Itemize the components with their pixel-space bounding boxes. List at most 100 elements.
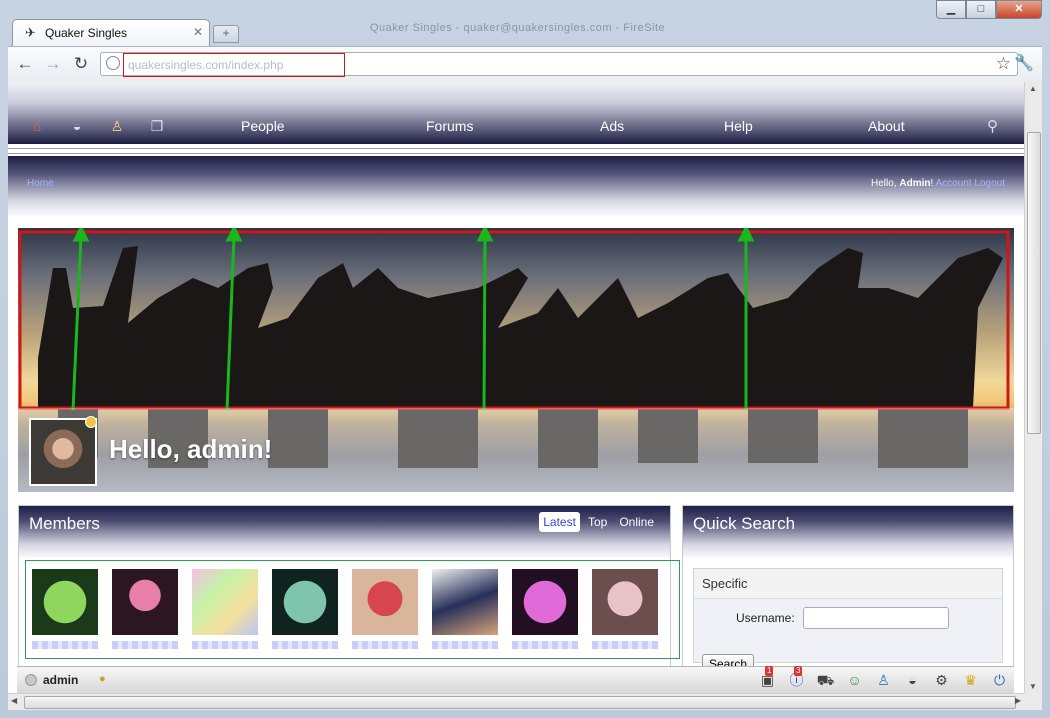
globe-icon — [106, 56, 120, 70]
dashboard-icon[interactable]: ◒ — [68, 118, 86, 134]
user-greeting: Hello, Admin! Account Logout — [871, 178, 1005, 189]
members-tabs: Latest Top Online — [539, 512, 658, 532]
bottom-icons: ▣ 1 ⓘ 3 ⛟ ☺ ♙ ◒ ⚙ ♛ ⏻ — [757, 666, 1010, 691]
forward-icon[interactable]: → — [42, 53, 64, 75]
specific-section: Specific — [694, 569, 1002, 599]
logout-link[interactable]: Logout — [974, 178, 1005, 189]
tab-latest[interactable]: Latest — [539, 512, 580, 532]
members-title: Members — [29, 514, 100, 533]
quaker-favicon-icon: ✈ — [25, 25, 36, 40]
dashboard-icon[interactable]: ◒ — [902, 670, 923, 691]
scroll-up-icon[interactable]: ▲ — [1029, 84, 1037, 93]
cart-icon[interactable]: ⛟ — [815, 670, 836, 691]
horizontal-scrollbar[interactable]: ◀ ▶ — [8, 693, 1024, 710]
tab-close-icon[interactable]: ✕ — [193, 25, 203, 39]
member-name[interactable] — [32, 641, 98, 649]
nav-icons: ⌂ ◒ ♙ ❐ — [28, 118, 166, 134]
quick-search-header: Quick Search — [683, 506, 1013, 558]
member-name[interactable] — [592, 641, 658, 649]
hero-banner: Hello, admin! — [18, 228, 1014, 492]
member-avatar[interactable] — [192, 569, 258, 635]
member-avatar[interactable] — [592, 569, 658, 635]
member-avatar[interactable] — [112, 569, 178, 635]
browser-tab[interactable]: ✈ Quaker Singles ✕ — [12, 19, 210, 46]
nav-forums[interactable]: Forums — [426, 118, 473, 134]
specific-label: Specific — [702, 576, 748, 591]
settings-icon[interactable]: ⚙ — [931, 670, 952, 691]
avatar[interactable] — [29, 418, 97, 486]
wrench-icon[interactable]: 🔧 — [1014, 53, 1034, 73]
star-icon[interactable]: ☆ — [996, 54, 1011, 74]
member-avatar[interactable] — [32, 569, 98, 635]
quick-search-panel: Quick Search Specific Username: Search — [682, 505, 1014, 693]
scroll-right-icon[interactable]: ▶ — [1015, 696, 1021, 705]
window-title: Quaker Singles - quaker@quakersingles.co… — [370, 22, 666, 34]
divider — [8, 153, 1024, 154]
profile-icon[interactable]: ♙ — [873, 670, 894, 691]
scroll-left-icon[interactable]: ◀ — [11, 696, 17, 705]
info-count: 3 — [794, 666, 803, 676]
chat-icon[interactable]: ● — [99, 673, 106, 685]
member-avatar[interactable] — [352, 569, 418, 635]
scroll-corner — [1024, 693, 1042, 710]
maximize-button[interactable]: □ — [966, 0, 996, 19]
members-grid — [25, 560, 680, 659]
member-name[interactable] — [512, 641, 578, 649]
profile-icon[interactable]: ♙ — [108, 118, 126, 134]
minimize-button[interactable]: ▁ — [936, 0, 966, 19]
member-name[interactable] — [112, 641, 178, 649]
main-nav: ⌂ ◒ ♙ ❐ People Forums Ads Help About ⚲ — [8, 82, 1024, 144]
member-avatar[interactable] — [512, 569, 578, 635]
bottom-username[interactable]: admin — [43, 673, 78, 687]
member-name[interactable] — [352, 641, 418, 649]
username-input[interactable] — [803, 607, 949, 629]
info-icon[interactable]: ⓘ 3 — [786, 666, 807, 691]
online-badge-icon — [85, 416, 97, 428]
new-tab-button[interactable]: + — [213, 25, 239, 43]
browser-toolbar: ← → ↻ quakersingles.com/index.php ☆ 🔧 — [8, 46, 1042, 83]
friends-icon[interactable]: ☺ — [844, 670, 865, 691]
hello-text: Hello, — [871, 178, 897, 189]
username: Admin — [899, 178, 931, 189]
window-controls: ▁ □ ✕ — [936, 0, 1042, 20]
hero-greeting: Hello, admin! — [109, 434, 273, 464]
address-url[interactable]: quakersingles.com/index.php — [123, 53, 345, 77]
status-icon[interactable] — [25, 674, 37, 686]
member-name[interactable] — [272, 641, 338, 649]
tab-title: Quaker Singles — [45, 26, 128, 40]
tab-top[interactable]: Top — [584, 512, 611, 532]
address-bar[interactable]: quakersingles.com/index.php ☆ — [100, 52, 1018, 77]
reload-icon[interactable]: ↻ — [70, 53, 92, 75]
messages-icon[interactable]: ❐ — [148, 118, 166, 134]
nav-people[interactable]: People — [241, 118, 285, 134]
scroll-down-icon[interactable]: ▼ — [1029, 682, 1037, 691]
quick-search-form: Specific Username: Search — [693, 568, 1003, 674]
site-bottom-bar: admin ● ▣ 1 ⓘ 3 ⛟ ☺ ♙ ◒ ⚙ ♛ ⏻ — [17, 666, 1014, 694]
members-panel-header: Members Latest Top Online — [19, 506, 670, 558]
search-icon[interactable]: ⚲ — [987, 117, 998, 135]
nav-about[interactable]: About — [868, 118, 905, 134]
back-icon[interactable]: ← — [14, 53, 36, 75]
username-label: Username: — [736, 611, 795, 625]
close-window-button[interactable]: ✕ — [996, 0, 1042, 19]
member-name[interactable] — [192, 641, 258, 649]
breadcrumb-home[interactable]: Home — [27, 178, 54, 189]
quick-search-title: Quick Search — [693, 514, 796, 533]
notifications-icon[interactable]: ▣ 1 — [757, 666, 778, 691]
member-avatar[interactable] — [272, 569, 338, 635]
scroll-thumb[interactable] — [24, 696, 1016, 709]
browser-window: ✈ Quaker Singles ✕ + Quaker Singles - qu… — [0, 0, 1050, 718]
member-avatar[interactable] — [432, 569, 498, 635]
scroll-thumb[interactable] — [1027, 132, 1041, 434]
nav-help[interactable]: Help — [724, 118, 753, 134]
title-bar: ✈ Quaker Singles ✕ + Quaker Singles - qu… — [0, 0, 1050, 46]
nav-ads[interactable]: Ads — [600, 118, 624, 134]
account-link[interactable]: Account — [935, 178, 971, 189]
home-icon[interactable]: ⌂ — [28, 118, 46, 134]
vertical-scrollbar[interactable]: ▲ ▼ — [1024, 82, 1042, 693]
tab-online[interactable]: Online — [615, 512, 658, 532]
member-name[interactable] — [432, 641, 498, 649]
crown-icon[interactable]: ♛ — [960, 670, 981, 691]
divider — [8, 148, 1024, 149]
power-icon[interactable]: ⏻ — [989, 670, 1010, 691]
